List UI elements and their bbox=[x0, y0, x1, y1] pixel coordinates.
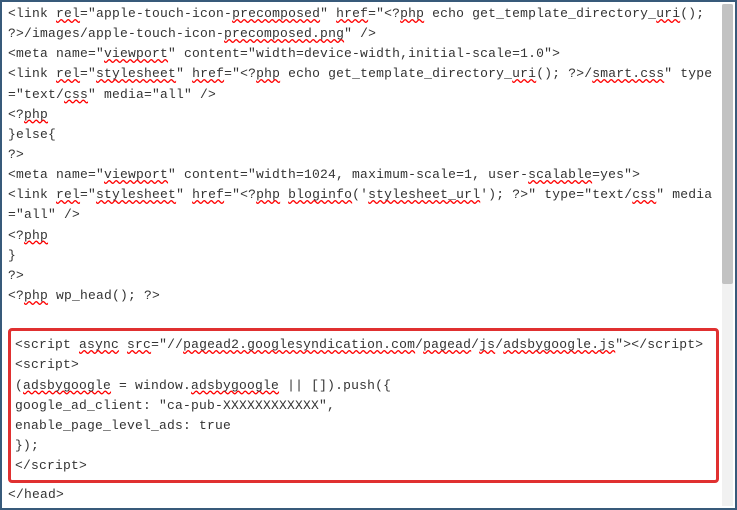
code-line: </head> bbox=[8, 485, 719, 505]
scrollbar-track[interactable] bbox=[722, 4, 733, 506]
code-line bbox=[8, 505, 719, 506]
code-line: <link rel="stylesheet" href="<?php blogi… bbox=[8, 185, 719, 225]
code-editor-frame: <link rel="apple-touch-icon-precomposed"… bbox=[0, 0, 737, 510]
code-line: enable_page_level_ads: true bbox=[15, 416, 712, 436]
scrollbar-thumb[interactable] bbox=[722, 4, 733, 284]
code-line: <?php wp_head(); ?> bbox=[8, 286, 719, 306]
code-line: } bbox=[8, 246, 719, 266]
code-line: <meta name="viewport" content="width=102… bbox=[8, 165, 719, 185]
code-line: (adsbygoogle = window.adsbygoogle || [])… bbox=[15, 376, 712, 396]
code-line: ?> bbox=[8, 266, 719, 286]
code-line: <script> bbox=[15, 355, 712, 375]
code-line: <meta name="viewport" content="width=dev… bbox=[8, 44, 719, 64]
code-area[interactable]: <link rel="apple-touch-icon-precomposed"… bbox=[8, 4, 719, 506]
code-line: <link rel="apple-touch-icon-precomposed"… bbox=[8, 4, 719, 44]
code-line: <link rel="stylesheet" href="<?php echo … bbox=[8, 64, 719, 104]
code-line: <?php bbox=[8, 226, 719, 246]
code-line bbox=[8, 306, 719, 326]
code-line: </script> bbox=[15, 456, 712, 476]
code-line: <script async src="//pagead2.googlesyndi… bbox=[15, 335, 712, 355]
code-line: google_ad_client: "ca-pub-XXXXXXXXXXXX", bbox=[15, 396, 712, 416]
code-line: }); bbox=[15, 436, 712, 456]
code-line: <?php bbox=[8, 105, 719, 125]
highlighted-code-block: <script async src="//pagead2.googlesyndi… bbox=[8, 328, 719, 483]
code-line: ?> bbox=[8, 145, 719, 165]
code-line: }else{ bbox=[8, 125, 719, 145]
